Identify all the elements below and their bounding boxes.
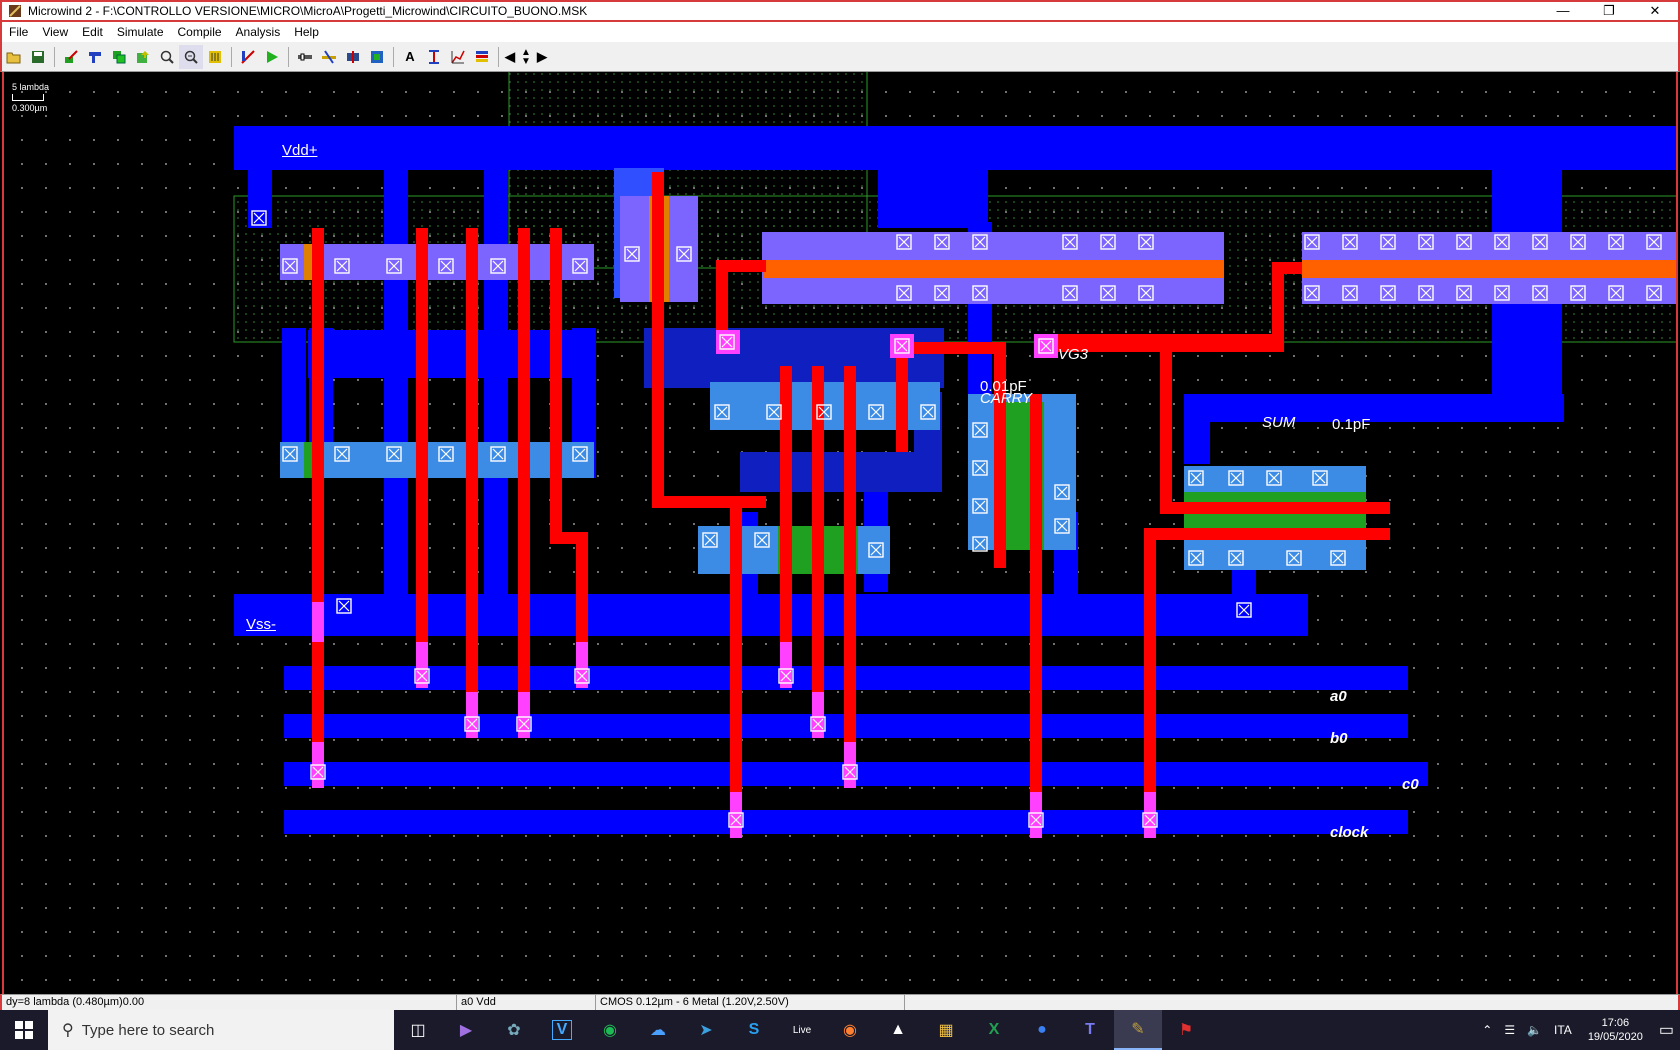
windows-taskbar: ⚲ Type here to search ◫ ▶ ✿ V ◉ ☁ ➤ S Li… (0, 1010, 1680, 1050)
process-icon[interactable] (236, 45, 260, 69)
menu-simulate[interactable]: Simulate (110, 25, 171, 39)
run-simulation-icon[interactable] (260, 45, 284, 69)
maps-icon[interactable]: ● (1018, 1010, 1066, 1050)
label-vdd[interactable]: Vdd+ (282, 142, 317, 159)
arrow-up-down-icon[interactable]: ▲ ▼ (517, 45, 535, 69)
move-icon[interactable] (131, 45, 155, 69)
toolbar-separator (393, 46, 394, 67)
system-tray: ⌃ ☰ 🔈 ITA 17:06 19/05/2020 ▭ (1476, 1010, 1680, 1050)
properties-icon[interactable] (83, 45, 107, 69)
minimize-button[interactable]: — (1540, 2, 1586, 20)
taskbar-clock[interactable]: 17:06 19/05/2020 (1578, 1016, 1653, 1044)
close-button[interactable]: ✕ (1632, 2, 1678, 20)
firefox-icon[interactable]: ◉ (826, 1010, 874, 1050)
microwind-app-icon (9, 5, 21, 17)
label-sum[interactable]: SUM (1262, 414, 1295, 431)
cut-icon[interactable] (317, 45, 341, 69)
menu-compile[interactable]: Compile (171, 25, 229, 39)
toolbar-separator (498, 46, 499, 67)
search-icon: ⚲ (62, 1022, 74, 1039)
windows-start-icon[interactable] (0, 1010, 48, 1050)
status-node: a0 Vdd (457, 995, 596, 1010)
clock-time: 17:06 (1601, 1017, 1630, 1029)
label-a0[interactable]: a0 (1330, 688, 1347, 705)
toolbar-separator (231, 46, 232, 67)
wifi-icon[interactable]: ☰ (1498, 1023, 1521, 1037)
status-coords: dy=8 lambda (0.480µm)0.00 (2, 995, 457, 1010)
compile-icon[interactable] (365, 45, 389, 69)
microwind-icon[interactable]: ✎ (1114, 1010, 1162, 1050)
toolbar-separator (288, 46, 289, 67)
language-indicator[interactable]: ITA (1548, 1023, 1578, 1037)
status-bar: dy=8 lambda (0.480µm)0.00 a0 Vdd CMOS 0.… (0, 994, 1680, 1010)
open-icon[interactable] (2, 45, 26, 69)
label-vss[interactable]: Vss- (246, 616, 276, 633)
dsch-icon[interactable]: ⚑ (1162, 1010, 1210, 1050)
menu-view[interactable]: View (35, 25, 75, 39)
label-c0[interactable]: c0 (1402, 776, 1419, 793)
save-icon[interactable] (26, 45, 50, 69)
menu-edit[interactable]: Edit (75, 25, 110, 39)
file-explorer-icon[interactable]: ▦ (922, 1010, 970, 1050)
zoom-in-icon[interactable] (155, 45, 179, 69)
clock-date: 19/05/2020 (1587, 1031, 1643, 1043)
label-vg3[interactable]: VG3 (1058, 346, 1088, 363)
onedrive-icon[interactable]: ☁ (634, 1010, 682, 1050)
task-view-icon[interactable]: ◫ (394, 1010, 442, 1050)
label-cap2[interactable]: 0.1pF (1332, 416, 1370, 433)
draw-box-icon[interactable] (59, 45, 83, 69)
visual-studio-icon[interactable]: ▶ (442, 1010, 490, 1050)
mos-generator-icon[interactable] (341, 45, 365, 69)
status-process: CMOS 0.12µm - 6 Metal (1.20V,2.50V) (596, 995, 905, 1010)
window-title: Microwind 2 - F:\CONTROLLO VERSIONE\MICR… (28, 4, 588, 18)
chevron-up-icon[interactable]: ⌃ (1476, 1023, 1498, 1037)
vertical-stretch-icon[interactable] (422, 45, 446, 69)
notification-icon[interactable]: ▭ (1653, 1020, 1680, 1040)
volume-icon[interactable]: 🔈 (1521, 1023, 1548, 1037)
duplicate-icon[interactable] (107, 45, 131, 69)
restore-button[interactable]: ❐ (1586, 2, 1632, 20)
toolbar: A ◀ ▲ ▼ ▶ (0, 42, 1680, 72)
zoom-out-icon[interactable] (179, 44, 203, 69)
connect-icon[interactable] (293, 45, 317, 69)
layout-drawing (233, 72, 1676, 838)
davinci-icon[interactable]: ✿ (490, 1010, 538, 1050)
label-b0[interactable]: b0 (1330, 730, 1348, 747)
view-all-icon[interactable] (203, 45, 227, 69)
livestream-icon[interactable]: Live (778, 1010, 826, 1050)
menu-analysis[interactable]: Analysis (229, 25, 288, 39)
layout-canvas[interactable]: 5 lambda 0.300µm Vdd+ Vss- VG3 0.01pF CA… (2, 72, 1678, 994)
graph-icon[interactable] (446, 45, 470, 69)
label-clock[interactable]: clock (1330, 824, 1368, 841)
telegram-icon[interactable]: ➤ (682, 1010, 730, 1050)
layers-icon[interactable] (470, 45, 494, 69)
label-carry[interactable]: CARRY (980, 390, 1032, 407)
arrow-right-icon[interactable]: ▶ (535, 45, 549, 69)
menu-bar: File View Edit Simulate Compile Analysis… (0, 22, 1680, 42)
menu-file[interactable]: File (2, 25, 35, 39)
menu-help[interactable]: Help (287, 25, 326, 39)
skype-icon[interactable]: S (730, 1010, 778, 1050)
vivado-icon[interactable]: V (538, 1010, 586, 1050)
taskbar-search[interactable]: ⚲ Type here to search (48, 1010, 394, 1050)
excel-icon[interactable]: X (970, 1010, 1018, 1050)
text-icon[interactable]: A (398, 45, 422, 69)
teams-icon[interactable]: T (1066, 1010, 1114, 1050)
inkscape-icon[interactable]: ▲ (874, 1010, 922, 1050)
arrow-left-icon[interactable]: ◀ (503, 45, 517, 69)
spotify-icon[interactable]: ◉ (586, 1010, 634, 1050)
title-bar: Microwind 2 - F:\CONTROLLO VERSIONE\MICR… (0, 0, 1680, 22)
search-placeholder: Type here to search (81, 1021, 215, 1039)
toolbar-separator (54, 46, 55, 67)
